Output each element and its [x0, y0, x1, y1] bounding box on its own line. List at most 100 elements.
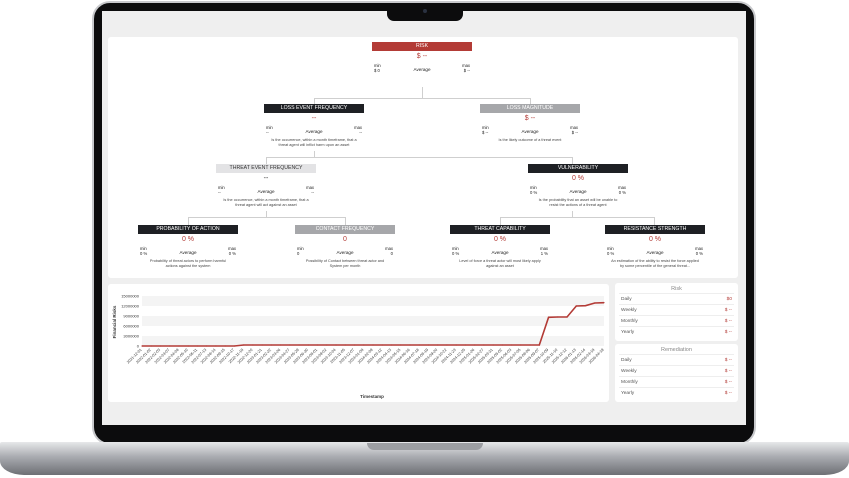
y-tick-label: 6000000 [123, 323, 139, 328]
data-point [252, 344, 254, 346]
max-block: max 1 % [540, 246, 548, 256]
data-point [316, 344, 319, 346]
data-point [270, 344, 272, 346]
lef-node-title: LOSS EVENT FREQUENCY [264, 104, 364, 113]
camera-icon [423, 9, 427, 13]
risk-node[interactable]: RISK $ -- min $ 0 Average max $ -- [372, 42, 472, 75]
data-point [501, 344, 503, 346]
average-label: Average [646, 250, 664, 255]
resistance-strength-node[interactable]: RESISTANCE STRENGTH 0 % min 0 % Average m… [605, 225, 705, 269]
data-point [307, 344, 309, 346]
threat-capability-node[interactable]: THREAT CAPABILITY 0 % min 0 % Average max… [450, 225, 550, 269]
app-screen: RISK $ -- min $ 0 Average max $ -- LOSS EV… [102, 11, 746, 425]
tc-node-title: THREAT CAPABILITY [450, 225, 550, 234]
data-point [474, 344, 476, 346]
lef-node-value: -- [311, 115, 317, 122]
cf-node-value: 0 [343, 236, 347, 243]
row-label: Weekly [621, 369, 637, 374]
data-point [547, 316, 550, 318]
financial-risk-chart: 03000000600000090000001200000015000000 2… [112, 293, 605, 399]
connector-line [500, 217, 655, 218]
node-description: Is the occurrence, within a month timefr… [223, 198, 309, 207]
remediation-summary-panel: Remediation Daily $ -- Weekly $ -- Monthly… [615, 344, 738, 402]
data-point [594, 302, 596, 304]
row-label: Monthly [621, 319, 638, 324]
data-point [280, 344, 282, 346]
y-tick-label: 15000000 [121, 293, 140, 298]
risk-summary-panel: Risk Daily $0 Weekly $ -- Monthly $ -- Year… [615, 283, 738, 341]
data-point [529, 344, 531, 346]
row-value: $ -- [724, 319, 732, 324]
row-label: Daily [621, 297, 632, 302]
data-point [141, 345, 143, 347]
data-point [335, 344, 337, 346]
data-point [178, 345, 180, 347]
lm-node-value: $ -- [524, 115, 536, 122]
max-value: $ -- [463, 67, 470, 73]
data-point [409, 344, 411, 346]
rs-node-title: RESISTANCE STRENGTH [605, 225, 705, 234]
connector-line [654, 217, 655, 225]
data-point [492, 344, 494, 346]
node-description: Level of force a threat actor will most … [459, 259, 541, 268]
data-point [427, 344, 430, 346]
threat-event-frequency-node[interactable]: THREAT EVENT FREQUENCY -- min -- Average … [216, 164, 316, 208]
grid-band [142, 306, 604, 316]
y-tick-label: 9000000 [123, 313, 139, 318]
loss-magnitude-node[interactable]: LOSS MAGNITUDE $ -- min $ -- Average max $… [480, 104, 580, 143]
contact-frequency-node[interactable]: CONTACT FREQUENCY 0 min 0 Average max 0 Po… [295, 225, 395, 269]
data-point [196, 345, 199, 347]
max-block: max 0 % [695, 246, 703, 256]
rs-node-value: 0 % [648, 236, 662, 243]
data-point [159, 345, 162, 347]
risk-row-yearly: Yearly $ -- [619, 326, 734, 338]
average-label: Average [491, 250, 509, 255]
probability-of-action-node[interactable]: PROBABILITY OF ACTION 0 % min 0 % Average… [138, 225, 238, 269]
data-point [353, 344, 356, 346]
loss-event-frequency-node[interactable]: LOSS EVENT FREQUENCY -- min -- Average ma… [264, 104, 364, 148]
risk-tree-panel: RISK $ -- min $ 0 Average max $ -- LOSS EV… [108, 37, 738, 278]
data-point [215, 345, 217, 347]
y-axis-label: Financial Risks [112, 305, 117, 338]
average-label: Average [569, 189, 587, 194]
data-point [566, 316, 568, 318]
risk-node-value: $ -- [416, 53, 428, 60]
data-point [233, 345, 235, 347]
data-point [520, 344, 522, 346]
max-value: 0 % [228, 250, 236, 256]
average-label: Average [179, 250, 197, 255]
remediation-summary-title: Remediation [661, 347, 692, 353]
poa-node-value: 0 % [181, 236, 195, 243]
lm-node-title: LOSS MAGNITUDE [480, 104, 580, 113]
max-value: $ -- [571, 129, 578, 135]
x-axis-label: Timestamp [360, 394, 384, 399]
data-point [437, 344, 439, 346]
node-description: Is the occurrence, within a month timefr… [271, 138, 357, 147]
row-value: $0 [726, 297, 732, 302]
average-label: Average [257, 189, 275, 194]
connector-line [572, 157, 573, 164]
node-description: Probability of threat actors to perform … [149, 259, 227, 268]
grid-band [142, 296, 604, 306]
data-point [400, 344, 402, 346]
vulnerability-node[interactable]: VULNERABILITY 0 % min 0 % Average max 0 % … [528, 164, 628, 208]
remediation-row-yearly: Yearly $ -- [619, 387, 734, 399]
row-value: $ -- [724, 380, 732, 385]
poa-node-title: PROBABILITY OF ACTION [138, 225, 238, 234]
node-description: Is the probability that an asset will be… [538, 198, 618, 207]
max-value: 0 % [618, 189, 626, 195]
data-point [298, 344, 300, 346]
max-block: max 0 % [618, 185, 626, 195]
max-value: 0 [390, 250, 393, 256]
average-label: Average [521, 129, 539, 134]
max-block: max 0 % [228, 246, 236, 256]
financial-risk-chart-panel: 0 3000000 6000000 9000000 12000000 15000000 2… [108, 284, 609, 402]
data-point [261, 344, 263, 346]
data-point [344, 344, 346, 346]
vuln-node-title: VULNERABILITY [528, 164, 628, 173]
max-block: max $ -- [462, 63, 470, 73]
row-value: $ -- [724, 391, 732, 396]
average-label: Average [336, 250, 354, 255]
data-point [390, 344, 393, 346]
data-point [483, 344, 485, 346]
